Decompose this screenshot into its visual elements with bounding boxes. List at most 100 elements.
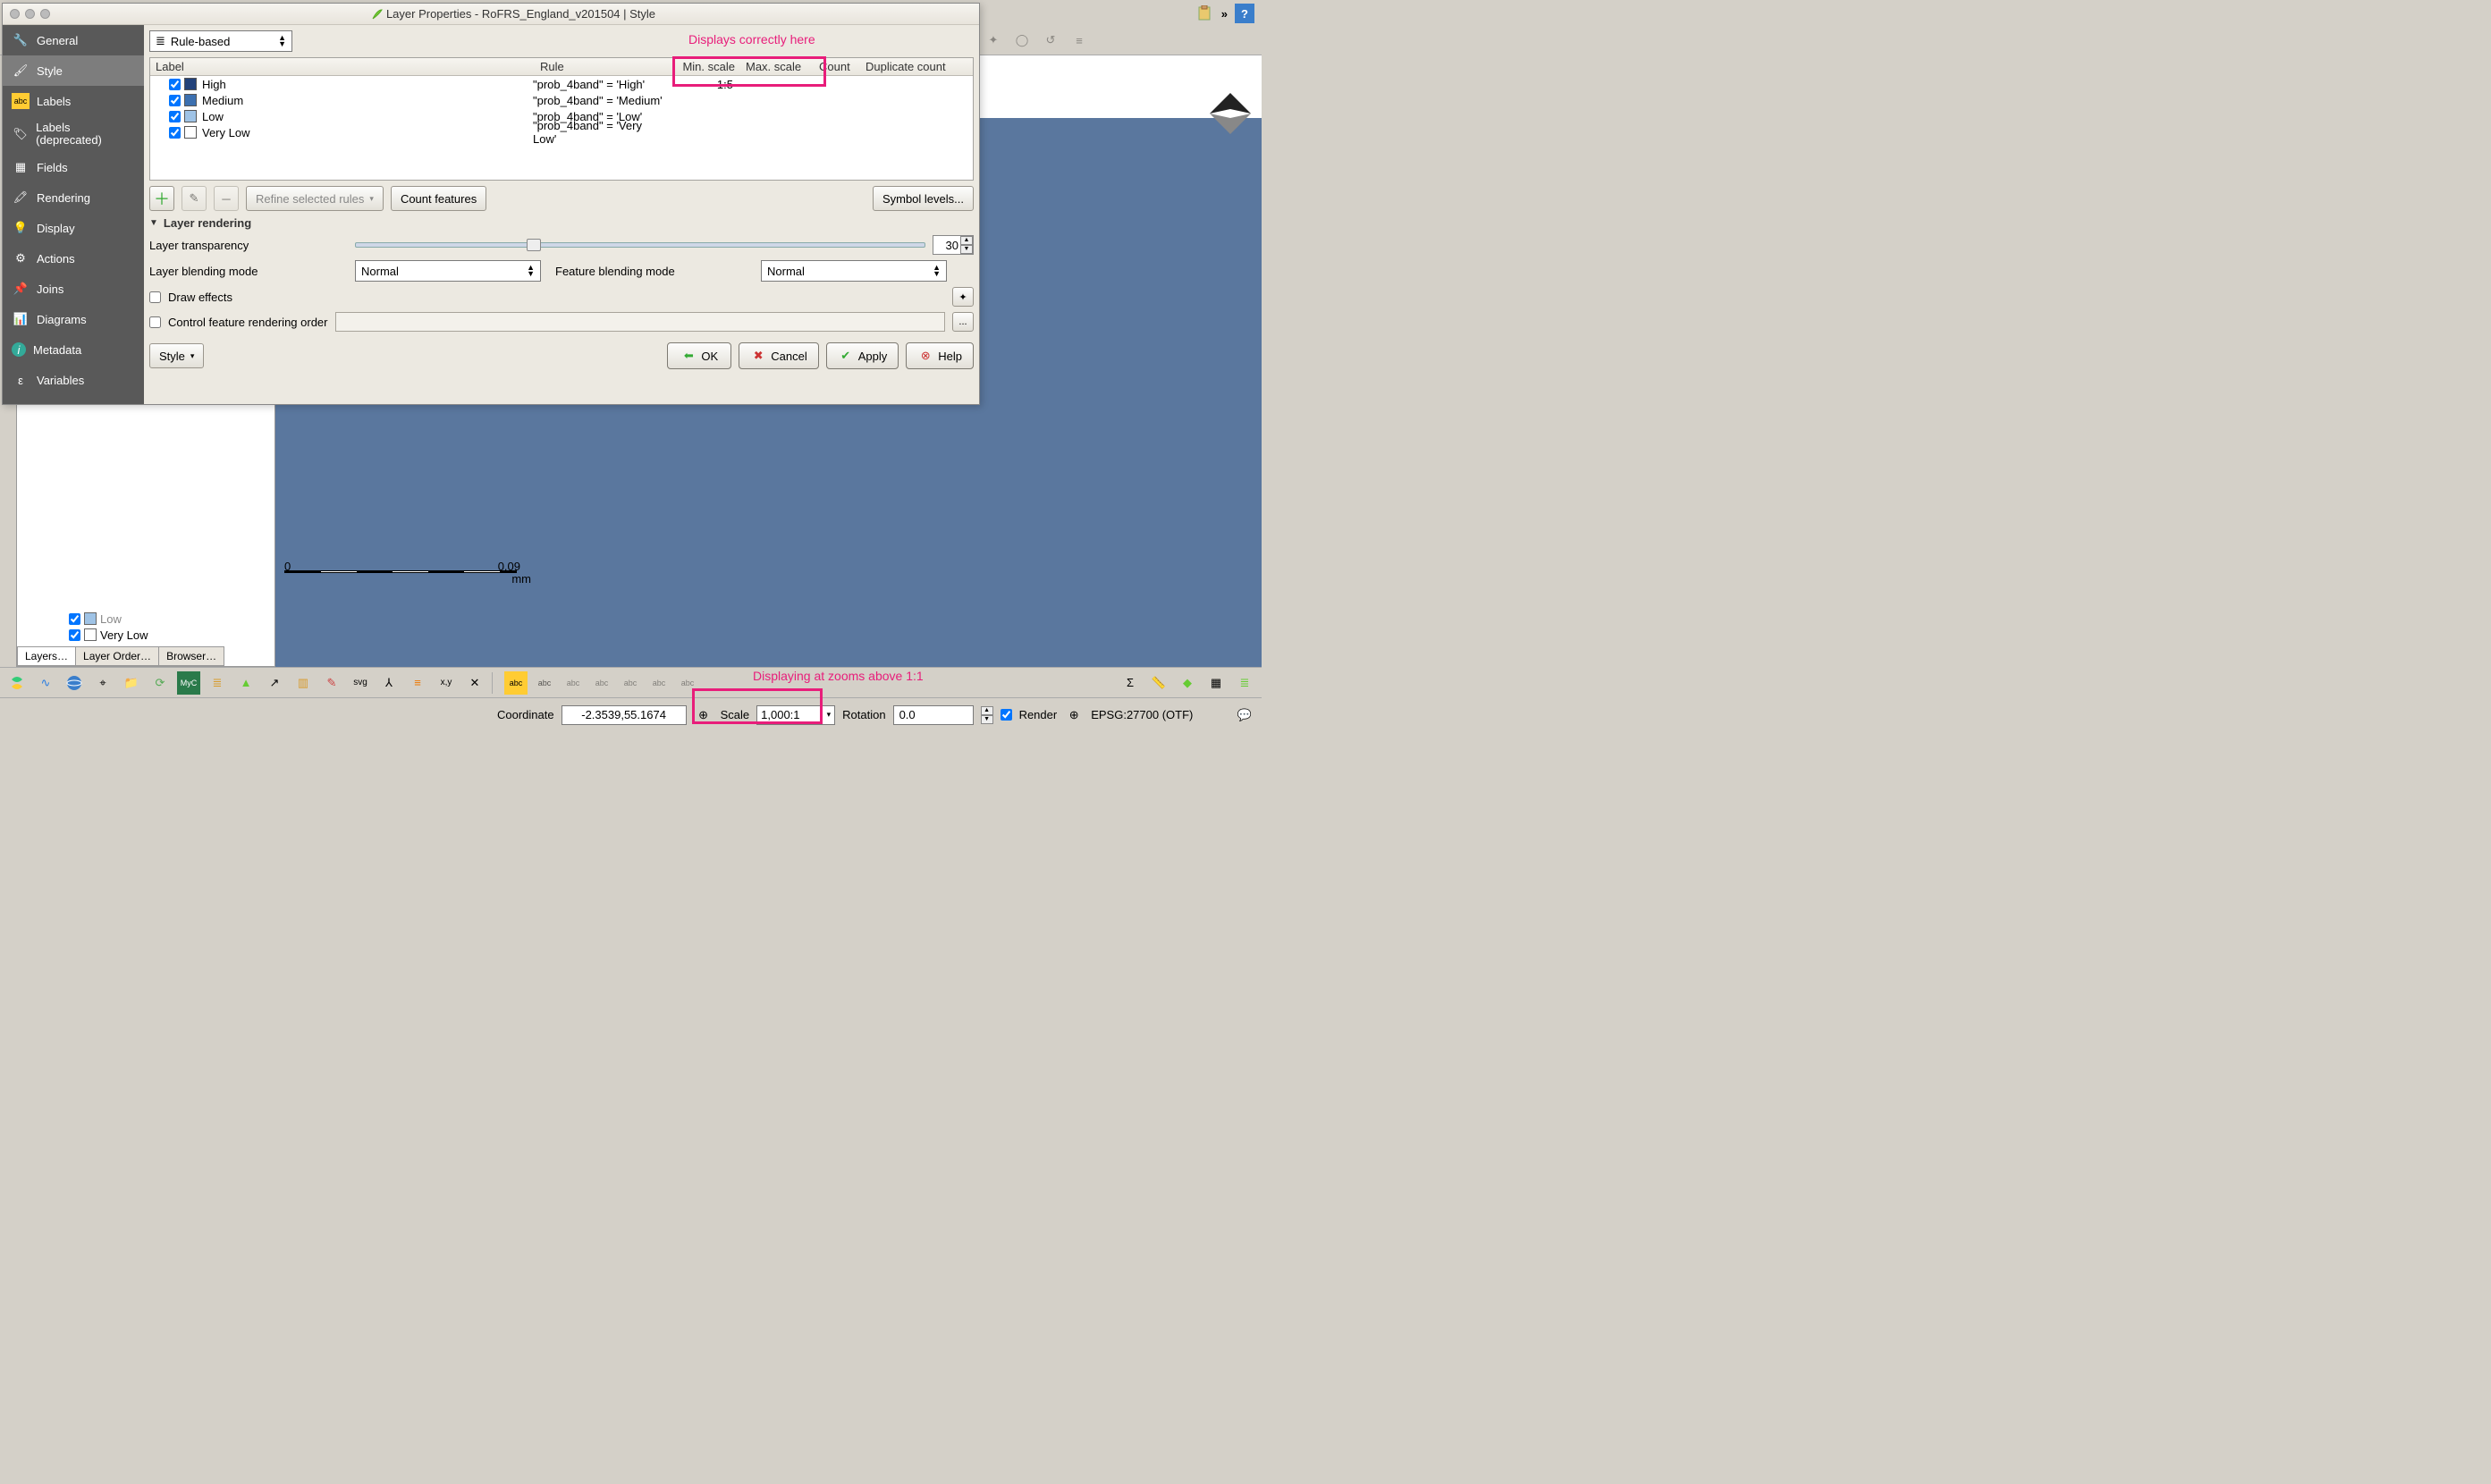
layer-item-verylow[interactable]: Very Low xyxy=(69,627,148,643)
toolbar-overflow[interactable]: » xyxy=(1221,7,1228,21)
edit-rule-button[interactable]: ✎ xyxy=(182,186,207,211)
tool-icon-2[interactable]: ◯ xyxy=(1012,30,1032,50)
renderer-type-combo[interactable]: ≣ Rule-based ▲▼ xyxy=(149,30,292,52)
abc2-icon[interactable]: abc xyxy=(533,671,556,695)
layer-low-checkbox[interactable] xyxy=(69,613,80,625)
coordinate-input[interactable] xyxy=(562,705,687,725)
xy-icon[interactable]: x,y xyxy=(435,671,458,695)
lines-icon[interactable]: ≡ xyxy=(406,671,429,695)
cancel-button[interactable]: ✖Cancel xyxy=(739,342,818,369)
sidebar-item-diagrams[interactable]: 📊Diagrams xyxy=(3,304,144,334)
svg-icon[interactable]: svg xyxy=(349,671,372,695)
style-menu-button[interactable]: Style▾ xyxy=(149,343,204,368)
abc1-icon[interactable]: abc xyxy=(504,671,528,695)
abc6-icon[interactable]: abc xyxy=(647,671,671,695)
col-count[interactable]: Count xyxy=(814,60,860,73)
tool-icon-1[interactable]: ✦ xyxy=(984,30,1003,50)
sidebar-item-rendering[interactable]: 🖍Rendering xyxy=(3,182,144,213)
crs-icon[interactable]: ⊕ xyxy=(1064,705,1084,725)
count-features-button[interactable]: Count features xyxy=(391,186,486,211)
tool-icon-4[interactable]: ≡ xyxy=(1069,30,1089,50)
remove-rule-button[interactable]: － xyxy=(214,186,239,211)
sidebar-item-joins[interactable]: 📌Joins xyxy=(3,274,144,304)
apply-button[interactable]: ✔Apply xyxy=(826,342,899,369)
layer-verylow-checkbox[interactable] xyxy=(69,629,80,641)
feature-blend-combo[interactable]: Normal▲▼ xyxy=(761,260,947,282)
python-icon[interactable] xyxy=(5,671,29,695)
tab-layers[interactable]: Layers… xyxy=(17,646,76,666)
ok-button[interactable]: ⬅OK xyxy=(667,342,731,369)
render-order-config-button[interactable]: ... xyxy=(952,312,974,332)
green1-icon[interactable]: ◆ xyxy=(1176,671,1199,695)
rule-checkbox[interactable] xyxy=(169,95,181,106)
globe-icon[interactable] xyxy=(63,671,86,695)
abc3-icon[interactable]: abc xyxy=(562,671,585,695)
rule-checkbox[interactable] xyxy=(169,79,181,90)
help-icon[interactable]: ? xyxy=(1235,4,1254,23)
refine-rules-button[interactable]: Refine selected rules▾ xyxy=(246,186,384,211)
paint-icon[interactable]: ✎ xyxy=(320,671,343,695)
close-icon[interactable] xyxy=(10,9,20,19)
tools-icon[interactable]: ✕ xyxy=(463,671,486,695)
layer-stack-icon[interactable]: ≣ xyxy=(206,671,229,695)
sidebar-item-variables[interactable]: εVariables xyxy=(3,365,144,395)
cloud-icon[interactable]: ▲ xyxy=(234,671,258,695)
transparency-slider[interactable] xyxy=(355,242,925,248)
rotation-spinner[interactable]: ▲▼ xyxy=(981,706,993,724)
abc7-icon[interactable]: abc xyxy=(676,671,699,695)
render-order-input[interactable] xyxy=(335,312,946,332)
symbol-levels-button[interactable]: Symbol levels... xyxy=(873,186,974,211)
col-rule[interactable]: Rule xyxy=(535,60,669,73)
sigma-icon[interactable]: Σ xyxy=(1119,671,1142,695)
sidebar-item-general[interactable]: 🔧General xyxy=(3,25,144,55)
scale-combo[interactable]: 1,000:1▾ xyxy=(756,705,835,725)
rule-row[interactable]: High"prob_4band" = 'High'1:5 xyxy=(150,76,973,92)
wave-icon[interactable]: ∿ xyxy=(34,671,57,695)
crs-label[interactable]: EPSG:27700 (OTF) xyxy=(1091,708,1193,721)
sidebar-item-actions[interactable]: ⚙Actions xyxy=(3,243,144,274)
add-rule-button[interactable]: ＋ xyxy=(149,186,174,211)
col-max-scale[interactable]: Max. scale xyxy=(740,60,814,73)
render-checkbox[interactable] xyxy=(1001,709,1012,721)
folder-icon[interactable]: 📁 xyxy=(120,671,143,695)
titlebar[interactable]: Layer Properties - RoFRS_England_v201504… xyxy=(3,4,979,25)
sidebar-item-labels-deprecated[interactable]: 🏷Labels (deprecated) xyxy=(3,116,144,152)
sidebar-item-display[interactable]: 💡Display xyxy=(3,213,144,243)
transparency-spinbox[interactable]: ▲▼ xyxy=(933,235,974,255)
rule-checkbox[interactable] xyxy=(169,111,181,122)
render-order-checkbox[interactable] xyxy=(149,316,161,328)
sidebar-item-metadata[interactable]: iMetadata xyxy=(3,334,144,365)
tool-icon-3[interactable]: ↺ xyxy=(1041,30,1060,50)
coord-toggle-icon[interactable]: ⊕ xyxy=(694,705,714,725)
refresh-icon[interactable]: ⟳ xyxy=(148,671,172,695)
layer-blend-combo[interactable]: Normal▲▼ xyxy=(355,260,541,282)
rule-row[interactable]: Very Low"prob_4band" = 'Very Low' xyxy=(150,124,973,140)
sidebar-item-fields[interactable]: ▦Fields xyxy=(3,152,144,182)
layer-rendering-header[interactable]: ▼Layer rendering xyxy=(149,216,974,230)
minimize-icon[interactable] xyxy=(25,9,35,19)
tab-browser[interactable]: Browser… xyxy=(158,646,224,666)
sidebar-item-labels[interactable]: abcLabels xyxy=(3,86,144,116)
tool-a-icon[interactable]: ↗ xyxy=(263,671,286,695)
abc5-icon[interactable]: abc xyxy=(619,671,642,695)
tab-layer-order[interactable]: Layer Order… xyxy=(75,646,159,666)
toolbar-icon-clipboard[interactable] xyxy=(1195,4,1214,23)
myc-icon[interactable]: MyC xyxy=(177,671,200,695)
traffic-lights[interactable] xyxy=(10,9,50,19)
help-button[interactable]: ⊗Help xyxy=(906,342,974,369)
compass-icon[interactable]: ⌖ xyxy=(91,671,114,695)
draw-effects-checkbox[interactable] xyxy=(149,291,161,303)
draw-effects-config-button[interactable]: ✦ xyxy=(952,287,974,307)
rule-row[interactable]: Medium"prob_4band" = 'Medium' xyxy=(150,92,973,108)
col-min-scale[interactable]: Min. scale xyxy=(669,60,740,73)
zoom-icon[interactable] xyxy=(40,9,50,19)
layers2-icon[interactable]: ≣ xyxy=(1233,671,1256,695)
rule-checkbox[interactable] xyxy=(169,127,181,139)
layer-item-low[interactable]: Low xyxy=(69,611,148,627)
graph-icon[interactable]: ⅄ xyxy=(377,671,401,695)
messages-icon[interactable]: 💬 xyxy=(1235,705,1254,725)
tool-b-icon[interactable]: ▥ xyxy=(291,671,315,695)
col-label[interactable]: Label xyxy=(150,60,535,73)
sidebar-item-style[interactable]: 🖌Style xyxy=(3,55,144,86)
table2-icon[interactable]: ▦ xyxy=(1204,671,1228,695)
